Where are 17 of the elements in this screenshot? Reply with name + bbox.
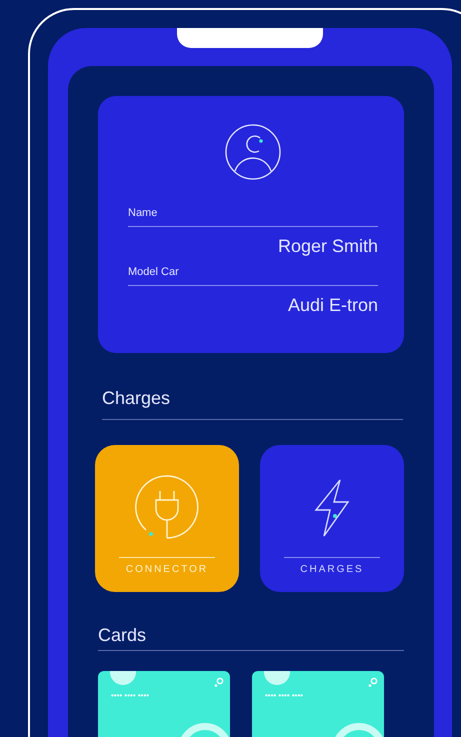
payment-card[interactable]: •••• •••• ••••: [252, 671, 384, 737]
user-avatar-icon: [225, 124, 281, 180]
field-value: Audi E-tron: [288, 294, 378, 316]
section-heading: Charges: [102, 387, 172, 409]
card-number: •••• •••• ••••: [265, 691, 304, 701]
lightning-icon: [312, 478, 352, 538]
payment-card[interactable]: •••• •••• ••••: [98, 671, 230, 737]
charges-tile[interactable]: CHARGES: [260, 445, 404, 592]
field-label: Model Car: [128, 265, 180, 279]
card-chip-icon: [368, 677, 378, 687]
card-chip-icon: [214, 677, 224, 687]
plug-icon: [134, 475, 200, 541]
card-number: •••• •••• ••••: [111, 691, 150, 701]
section-heading: Cards: [98, 624, 148, 646]
field-label: Name: [128, 206, 158, 220]
field-value: Roger Smith: [278, 235, 378, 257]
connector-tile[interactable]: CONNECTOR: [95, 445, 239, 592]
